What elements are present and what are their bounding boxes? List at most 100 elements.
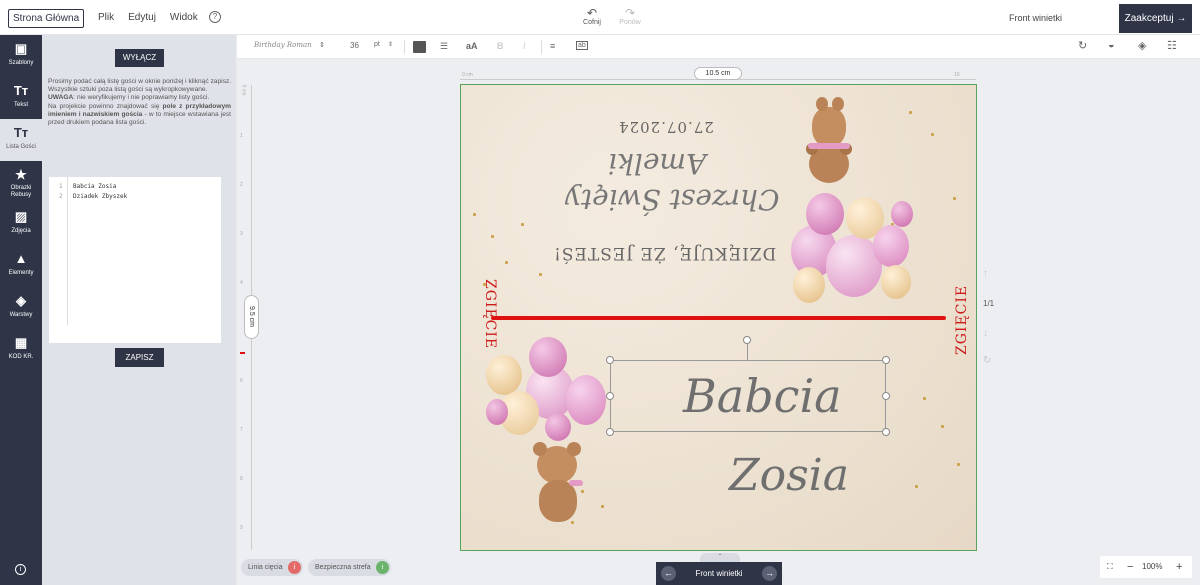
ruler-tick: 10 bbox=[954, 72, 960, 78]
top-bar: Strona Główna Plik Edytuj Widok ? ↶ Cofn… bbox=[0, 0, 1200, 35]
balloon bbox=[873, 225, 909, 267]
selection-box[interactable] bbox=[610, 360, 886, 432]
ruler-tick: 0 cm bbox=[462, 72, 473, 78]
guest-line: Babcia Zosia bbox=[73, 183, 117, 190]
menu-file[interactable]: Plik bbox=[98, 12, 114, 23]
ruler-tick: 7 bbox=[240, 427, 243, 433]
bear-illustration-top[interactable] bbox=[794, 97, 864, 192]
ruler-tick: 3 bbox=[240, 231, 243, 237]
nav-item-photos[interactable]: ▨ Zdjęcia bbox=[0, 203, 42, 245]
menu-view[interactable]: Widok bbox=[170, 12, 198, 23]
layers-icon: ◈ bbox=[16, 293, 26, 308]
format-toolbar: Birthday Roman ⇕ 36 pt ⇕ ☰ aA B I ≡ ab ↻… bbox=[237, 35, 1200, 59]
resize-handle-l[interactable] bbox=[606, 392, 614, 400]
guest-last-name-text[interactable]: Zosia bbox=[729, 450, 849, 501]
bold-icon[interactable]: B bbox=[497, 41, 504, 51]
balloon bbox=[529, 337, 567, 377]
font-unit-select[interactable]: pt bbox=[374, 41, 380, 48]
balloon bbox=[566, 375, 606, 425]
nav-label: KOD KR. bbox=[8, 354, 34, 360]
page-up-icon[interactable]: ↑ bbox=[983, 268, 988, 279]
nav-item-pictures[interactable]: ★ Obrazki Rebusy bbox=[0, 161, 42, 203]
unit-chevron-icon: ⇕ bbox=[388, 42, 394, 48]
accept-button[interactable]: Zaakceptuj → bbox=[1119, 4, 1192, 33]
nav-label: Warstwy bbox=[9, 312, 33, 318]
help-icon[interactable]: ? bbox=[209, 11, 221, 23]
rotate-icon[interactable]: ↻ bbox=[1078, 39, 1087, 52]
resize-handle-br[interactable] bbox=[882, 428, 890, 436]
safe-zone-label: Bezpieczna strefa bbox=[315, 564, 371, 571]
child-name-text[interactable]: Amelki bbox=[608, 147, 706, 180]
resize-handle-r[interactable] bbox=[882, 392, 890, 400]
nav-label: Tekst bbox=[13, 102, 28, 108]
rotate-handle[interactable] bbox=[743, 336, 751, 344]
align-center-icon[interactable]: ☰ bbox=[440, 41, 448, 52]
text-case-icon[interactable]: aA bbox=[466, 41, 478, 51]
divider bbox=[541, 40, 542, 54]
nav-item-layers[interactable]: ◈ Warstwy bbox=[0, 287, 42, 329]
safe-zone-info-icon: i bbox=[376, 561, 389, 574]
page-down-icon[interactable]: ↓ bbox=[983, 328, 988, 339]
balloon bbox=[806, 193, 844, 235]
warning-label: UWAGA bbox=[48, 94, 74, 102]
line-height-icon[interactable]: ≡ bbox=[550, 41, 555, 51]
resize-handle-bl[interactable] bbox=[606, 428, 614, 436]
ruler-tick: 1 bbox=[240, 133, 243, 139]
nav-label: Obrazki Rebusy bbox=[10, 185, 32, 198]
next-page-icon[interactable]: → bbox=[762, 566, 777, 581]
balloon bbox=[881, 265, 911, 299]
refresh-icon[interactable]: ↻ bbox=[983, 355, 991, 366]
resize-handle-tr[interactable] bbox=[882, 356, 890, 364]
safe-zone-toggle[interactable]: Bezpieczna strefa i bbox=[308, 559, 391, 576]
letter-spacing-icon[interactable]: ab bbox=[576, 41, 588, 50]
undo-button[interactable]: ↶ Cofnij bbox=[580, 7, 604, 26]
redo-label: Ponów bbox=[619, 19, 641, 26]
opacity-icon[interactable]: ◒ bbox=[1108, 39, 1115, 51]
prev-page-icon[interactable]: ← bbox=[661, 566, 676, 581]
settings-sliders-icon[interactable]: ☷ bbox=[1167, 39, 1177, 52]
undo-label: Cofnij bbox=[583, 19, 601, 26]
event-title-text[interactable]: Chrzest Święty bbox=[565, 183, 779, 216]
thank-you-text[interactable]: DZIĘKUJĘ, ŻE JESTEŚ! bbox=[553, 243, 776, 263]
italic-icon[interactable]: I bbox=[523, 41, 526, 51]
redo-button[interactable]: ↷ Ponów bbox=[617, 7, 643, 26]
balloon bbox=[486, 355, 522, 395]
nav-item-elements[interactable]: ▲ Elementy bbox=[0, 245, 42, 287]
cut-line-toggle[interactable]: Linia cięcia i bbox=[241, 559, 303, 576]
disable-guest-list-button[interactable]: WYŁĄCZ bbox=[115, 49, 164, 67]
fullscreen-icon[interactable]: ⛶ bbox=[1107, 556, 1113, 578]
star-icon: ★ bbox=[15, 167, 27, 182]
nav-item-templates[interactable]: ▣ Szablony bbox=[0, 35, 42, 77]
nav-item-text[interactable]: Tт Tekst bbox=[0, 77, 42, 119]
place-card-canvas[interactable]: ZGIĘCIE ZGIĘCIE 27.07.2024 Amelki Chrzes… bbox=[460, 84, 977, 551]
info-icon[interactable]: i bbox=[15, 564, 26, 575]
page-switcher: ← Front winietki → bbox=[656, 562, 782, 585]
nav-item-guest-list[interactable]: Tт Lista Gości bbox=[0, 119, 42, 161]
guest-list-editor[interactable]: 1 2 Babcia Zosia Dziadek Zbyszek bbox=[49, 177, 221, 343]
font-select[interactable]: Birthday Roman bbox=[254, 41, 312, 49]
guest-list-panel: WYŁĄCZ Prosimy podać całą listę gości w … bbox=[42, 35, 236, 585]
page-panel-toggle[interactable]: ⌃ bbox=[700, 553, 740, 562]
balloon bbox=[545, 413, 571, 441]
save-button[interactable]: ZAPISZ bbox=[115, 348, 164, 367]
menu-edit[interactable]: Edytuj bbox=[128, 12, 156, 23]
redo-icon: ↷ bbox=[624, 6, 636, 20]
event-date-text[interactable]: 27.07.2024 bbox=[618, 118, 714, 136]
home-button[interactable]: Strona Główna bbox=[8, 9, 85, 28]
layers-order-icon[interactable]: ◈ bbox=[1138, 39, 1146, 52]
text-color-swatch[interactable] bbox=[413, 41, 426, 53]
template-icon: ▣ bbox=[14, 41, 28, 56]
balloon bbox=[891, 201, 913, 227]
nav-item-qr-code[interactable]: ▦ KOD KR. bbox=[0, 329, 42, 371]
ruler-tick: 4 bbox=[240, 280, 243, 286]
zoom-out-icon[interactable]: − bbox=[1127, 556, 1133, 578]
zoom-in-icon[interactable]: + bbox=[1176, 556, 1182, 578]
intro-text: Prosimy podać całą listę gości w oknie p… bbox=[48, 78, 231, 94]
ruler-tick: 0 cm bbox=[240, 84, 247, 96]
resize-handle-tl[interactable] bbox=[606, 356, 614, 364]
font-size-input[interactable]: 36 bbox=[350, 41, 359, 50]
guest-list-instructions: Prosimy podać całą listę gości w oknie p… bbox=[48, 78, 231, 127]
bear-illustration-bottom[interactable] bbox=[521, 440, 601, 530]
width-measure-pill: 10.5 cm bbox=[694, 67, 742, 80]
font-select-chevron-icon[interactable]: ⇕ bbox=[319, 41, 325, 49]
